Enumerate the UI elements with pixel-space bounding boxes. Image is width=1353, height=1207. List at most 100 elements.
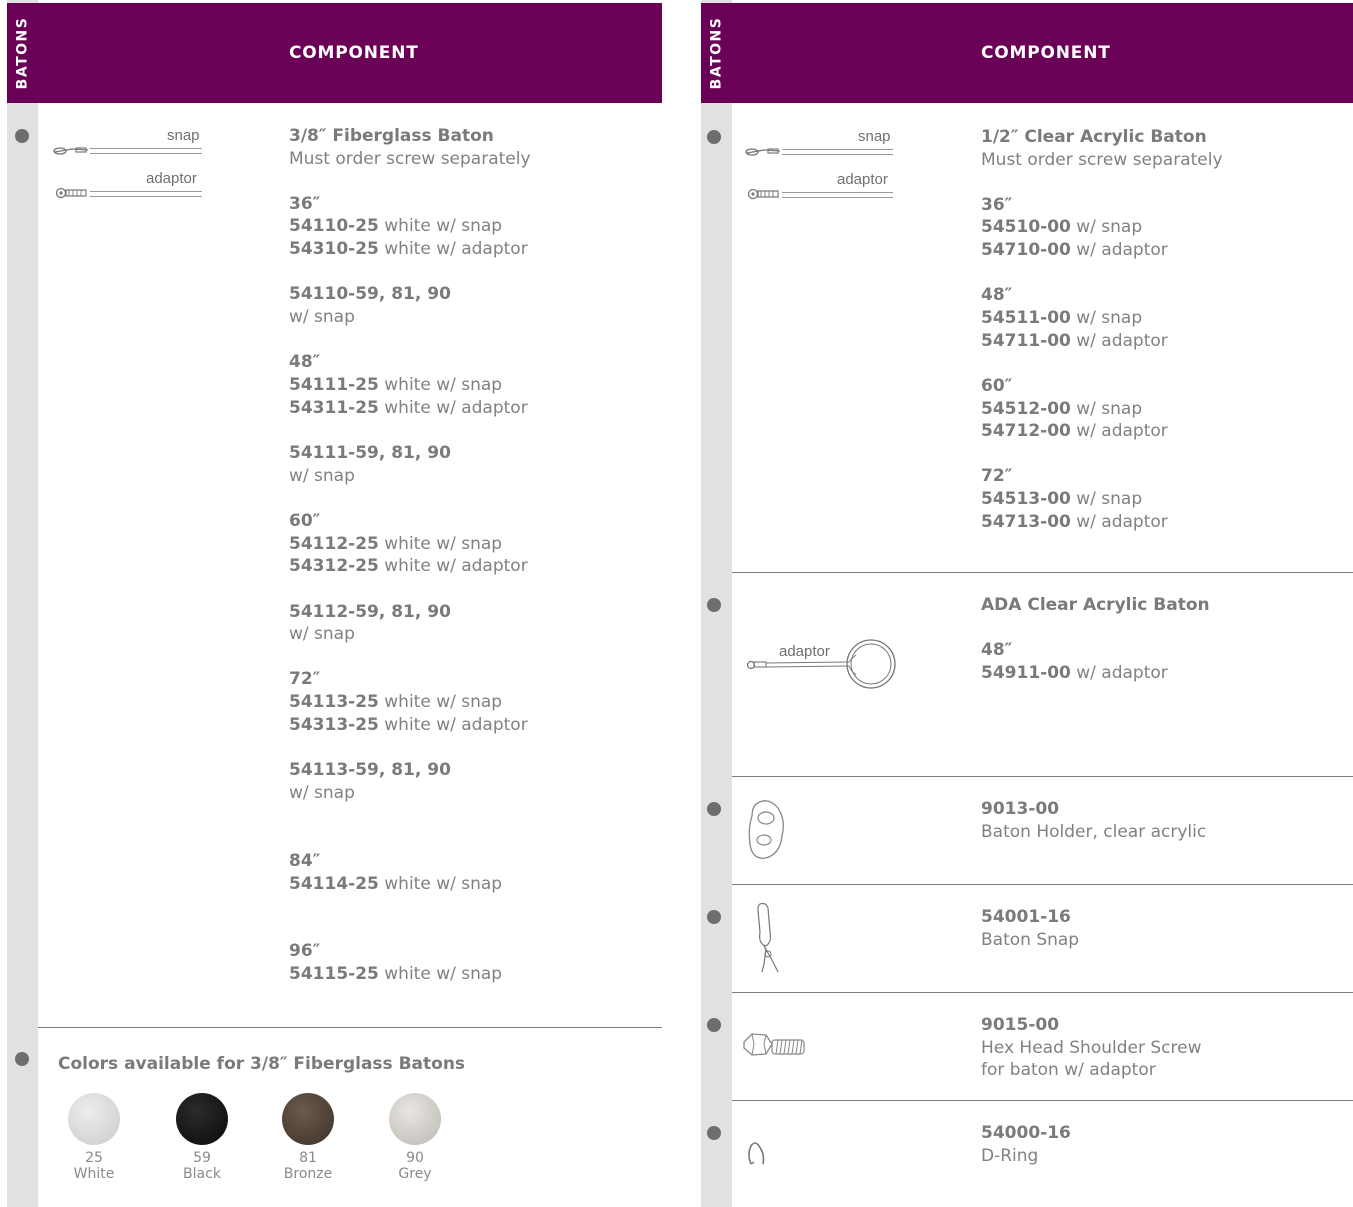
- baton-rod-line: [90, 191, 202, 192]
- size-label: 84″: [289, 851, 321, 871]
- adaptor-baton-icon: [747, 188, 779, 200]
- part-description: w/ snap: [289, 466, 355, 486]
- part-line: 54712-00 w/ adaptor: [981, 420, 1168, 443]
- header-title: COMPONENT: [289, 43, 419, 63]
- row-bullet: [707, 1126, 721, 1140]
- side-tab: BATONS: [7, 3, 38, 103]
- row-bullet: [15, 129, 29, 143]
- size-label: 96″: [289, 941, 321, 961]
- colors-title: Colors available for 3/8″ Fiberglass Bat…: [58, 1054, 466, 1074]
- part-number: 54310-25: [289, 239, 379, 259]
- baton-holder-icon: [748, 800, 784, 859]
- part-number: 54513-00: [981, 489, 1071, 509]
- part-description: w/ snap: [289, 624, 355, 644]
- part-description: white w/ snap: [378, 874, 503, 894]
- part-description: white w/ adaptor: [378, 398, 528, 418]
- row-bullet: [707, 130, 721, 144]
- part-line: 54114-25 white w/ snap: [289, 873, 502, 896]
- section-divider: [732, 884, 1353, 885]
- size-label: 48″: [289, 352, 321, 372]
- part-description: w/ snap: [1070, 308, 1143, 328]
- part-description: Baton Holder, clear acrylic: [981, 822, 1207, 842]
- header-bar: COMPONENT: [732, 3, 1353, 103]
- part-number: 54911-00: [981, 663, 1071, 683]
- swatch-code: 25: [85, 1150, 103, 1166]
- snap-baton-icon: [745, 148, 781, 156]
- part-description: for baton w/ adaptor: [981, 1060, 1156, 1080]
- product-title: 1/2″ Clear Acrylic Baton: [981, 127, 1207, 147]
- row-bullet: [707, 910, 721, 924]
- part-number: 54115-25: [289, 964, 379, 984]
- header-title: COMPONENT: [981, 43, 1111, 63]
- row-bullet: [707, 1018, 721, 1032]
- baton-rod-line: [782, 192, 893, 193]
- part-line: 54113-25 white w/ snap: [289, 691, 502, 714]
- adaptor-baton-icon: [55, 187, 87, 199]
- right-panel: BATONS COMPONENT snap adaptor 1/2″ Clear…: [698, 0, 1353, 1207]
- side-tab-label: BATONS: [14, 16, 31, 90]
- side-tab: BATONS: [701, 3, 732, 103]
- part-number: 54713-00: [981, 512, 1071, 532]
- adaptor-label: adaptor: [837, 171, 888, 188]
- part-number: 9013-00: [981, 799, 1060, 819]
- part-description: white w/ snap: [378, 216, 503, 236]
- row-bullet: [15, 1052, 29, 1066]
- part-description: w/ adaptor: [1070, 512, 1168, 532]
- swatch-name: Black: [183, 1166, 221, 1182]
- part-line: 54510-00 w/ snap: [981, 216, 1142, 239]
- part-number: 54113-25: [289, 692, 379, 712]
- part-line: 54710-00 w/ adaptor: [981, 239, 1168, 262]
- snap-label: snap: [858, 128, 891, 145]
- part-number: 54512-00: [981, 399, 1071, 419]
- part-number: 54311-25: [289, 398, 379, 418]
- part-number: 54113-59, 81, 90: [289, 760, 451, 780]
- part-line: 54711-00 w/ adaptor: [981, 330, 1168, 353]
- swatch-code: 90: [406, 1150, 424, 1166]
- part-number: 54110-59, 81, 90: [289, 284, 451, 304]
- part-description: white w/ snap: [378, 375, 503, 395]
- part-description: w/ adaptor: [1070, 421, 1168, 441]
- part-number: 54511-00: [981, 308, 1071, 328]
- swatch-name: Grey: [398, 1166, 432, 1182]
- part-number: 54712-00: [981, 421, 1071, 441]
- baton-rod-line: [782, 197, 893, 198]
- part-description: w/ snap: [1070, 217, 1143, 237]
- swatch-name: White: [73, 1166, 115, 1182]
- part-line: 54512-00 w/ snap: [981, 398, 1142, 421]
- row-bullet: [707, 598, 721, 612]
- side-bar: [7, 0, 38, 1207]
- adaptor-label: adaptor: [779, 643, 830, 660]
- part-description: white w/ snap: [378, 692, 503, 712]
- part-description: D-Ring: [981, 1146, 1039, 1166]
- part-line: 54313-25 white w/ adaptor: [289, 714, 528, 737]
- part-line: 54111-25 white w/ snap: [289, 374, 502, 397]
- size-label: 36″: [289, 194, 321, 214]
- part-number: 54111-25: [289, 375, 379, 395]
- part-description: w/ snap: [289, 307, 355, 327]
- part-line: 54310-25 white w/ adaptor: [289, 238, 528, 261]
- color-swatch-white: [68, 1093, 120, 1145]
- part-line: 54511-00 w/ snap: [981, 307, 1142, 330]
- left-panel: BATONS COMPONENT snap adaptor 3/8″ Fiber…: [0, 0, 662, 1207]
- size-label: 48″: [981, 640, 1013, 660]
- part-description: white w/ adaptor: [378, 556, 528, 576]
- swatch-code: 59: [193, 1150, 211, 1166]
- swatch-label: 25 White: [54, 1150, 134, 1182]
- part-description: w/ adaptor: [1070, 331, 1168, 351]
- part-number: 9015-00: [981, 1015, 1060, 1035]
- size-label: 36″: [981, 195, 1013, 215]
- color-swatch-grey: [389, 1093, 441, 1145]
- product-note: Must order screw separately: [289, 149, 531, 169]
- part-number: 54711-00: [981, 331, 1071, 351]
- part-description: w/ snap: [289, 783, 355, 803]
- color-swatch-black: [176, 1093, 228, 1145]
- header-bar: COMPONENT: [38, 3, 662, 103]
- part-number: 54710-00: [981, 240, 1071, 260]
- baton-rod-line: [90, 196, 202, 197]
- part-number: 54111-59, 81, 90: [289, 443, 451, 463]
- part-line: 54110-25 white w/ snap: [289, 215, 502, 238]
- part-description: Hex Head Shoulder Screw: [981, 1038, 1202, 1058]
- snap-label: snap: [167, 127, 200, 144]
- part-description: w/ snap: [1070, 489, 1143, 509]
- adaptor-label: adaptor: [146, 170, 197, 187]
